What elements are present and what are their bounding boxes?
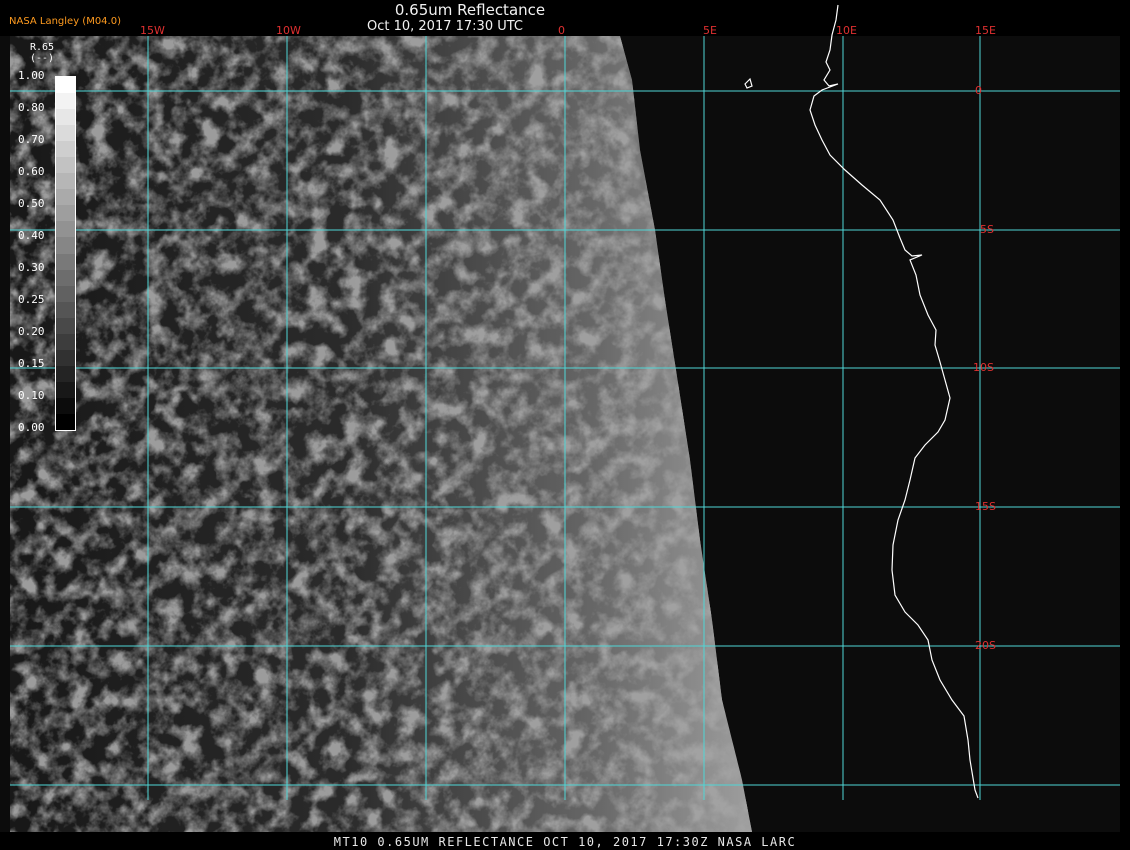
legend-title: R.65 (--) [30,42,54,64]
image-title: 0.65um Reflectance [394,1,546,19]
legend-tick: 0.10 [18,389,45,402]
legend-tick: 0.60 [18,165,45,178]
colorbar-swatch [56,237,75,255]
lat-label-20s: 20S [975,639,996,652]
legend-tick: 0.40 [18,229,45,242]
lat-label-15s: 15S [975,500,996,513]
legend-tick: 0.20 [18,325,45,338]
legend-tick: 0.70 [18,133,45,146]
reflectance-map [0,4,1120,832]
legend-tick: 0.15 [18,357,45,370]
colorbar-swatch [56,189,75,207]
legend-units: (--) [30,53,55,64]
colorbar-swatch [56,397,75,415]
colorbar-swatch [56,285,75,303]
colorbar-swatch [56,157,75,175]
legend-tick: 1.00 [18,69,45,82]
colorbar-swatch [56,333,75,351]
colorbar-swatch [56,93,75,111]
legend-tick: 0.30 [18,261,45,274]
legend-tick: 0.25 [18,293,45,306]
image-timestamp: Oct 10, 2017 17:30 UTC [367,19,523,34]
colorbar-swatch [56,381,75,399]
colorbar-swatch [56,109,75,127]
footer-caption: MT10 0.65UM REFLECTANCE OCT 10, 2017 17:… [333,835,797,849]
colorbar-swatch [56,173,75,191]
colorbar-swatch [56,413,75,430]
legend-tick: 0.80 [18,101,45,114]
colorbar-swatch [56,301,75,319]
branding-label: NASA Langley (M04.0) [9,16,121,27]
lat-label-10s: 10S [973,361,994,374]
colorbar-swatch [56,349,75,367]
colorbar-swatch [56,141,75,159]
colorbar [55,76,76,431]
colorbar-swatch [56,205,75,223]
lat-label-5s: 5S [980,223,994,236]
colorbar-swatch [56,253,75,271]
lat-label-0: 0 [975,84,982,97]
legend-tick: 0.00 [18,421,45,434]
colorbar-swatch [56,77,75,95]
legend-tick: 0.50 [18,197,45,210]
legend-variable: R.65 [30,42,55,53]
lon-label-15e: 15E [975,24,996,37]
colorbar-swatch [56,365,75,383]
colorbar-swatch [56,317,75,335]
color-legend: R.65 (--) 1.00 0.80 0.70 0.60 0.50 0.40 … [10,38,80,436]
colorbar-swatch [56,125,75,143]
colorbar-swatch [56,221,75,239]
colorbar-swatch [56,269,75,287]
